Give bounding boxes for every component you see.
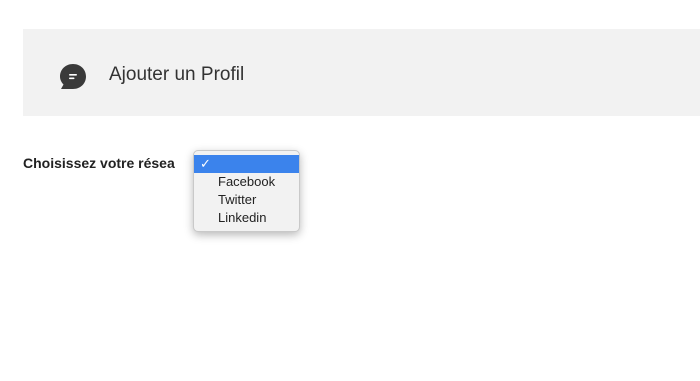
option-label: Facebook xyxy=(218,174,276,189)
dropdown-option-twitter[interactable]: Twitter xyxy=(194,191,299,209)
dropdown-option-linkedin[interactable]: Linkedin xyxy=(194,209,299,227)
option-label: Twitter xyxy=(218,192,257,207)
network-select-label: Choisissez votre résea xyxy=(23,155,175,171)
checkmark-icon: ✓ xyxy=(200,156,211,171)
page-header: Ajouter un Profil xyxy=(23,29,700,116)
chat-bubble-icon xyxy=(60,64,86,89)
dropdown-option-facebook[interactable]: Facebook xyxy=(194,173,299,191)
page-title: Ajouter un Profil xyxy=(109,64,245,85)
dropdown-option-empty[interactable]: ✓ xyxy=(194,155,299,173)
network-dropdown[interactable]: ✓ Facebook Twitter Linkedin xyxy=(193,150,300,232)
option-label: Linkedin xyxy=(218,210,267,225)
